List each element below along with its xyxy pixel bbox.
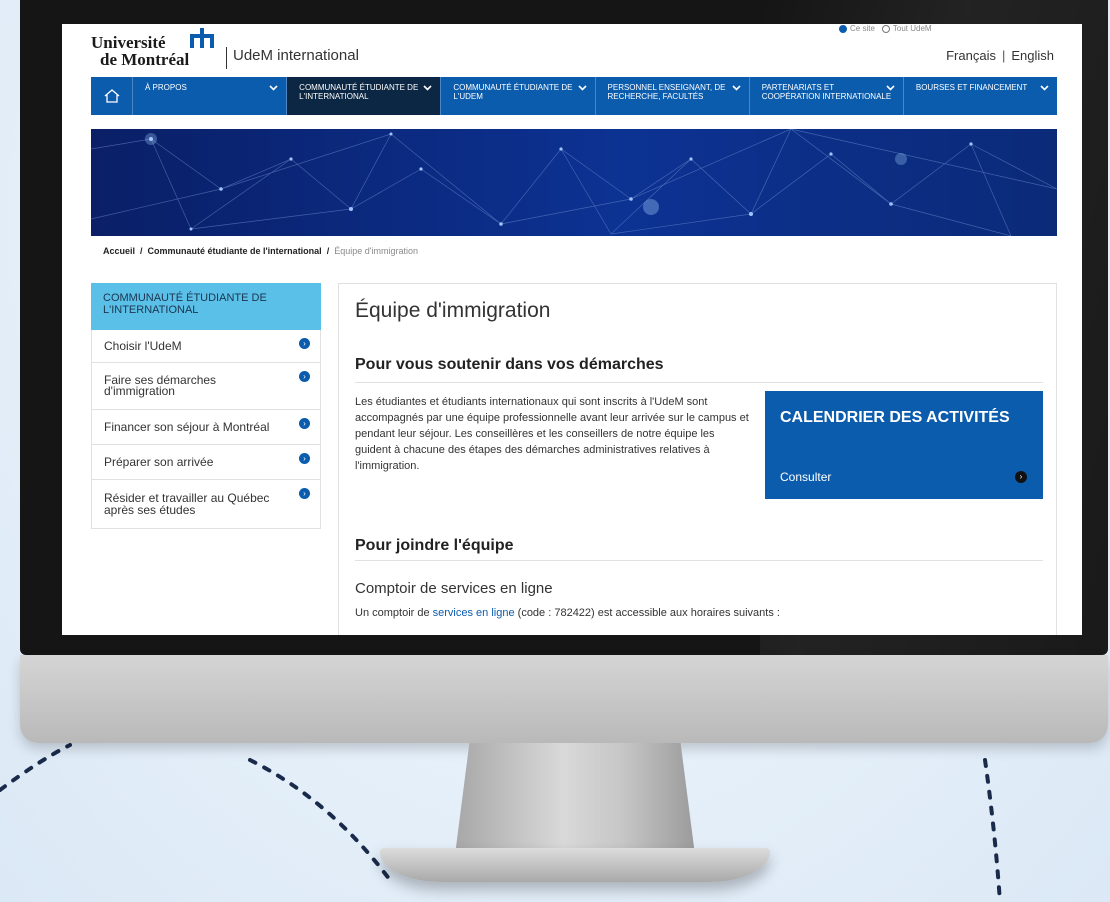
nav-item-label: COMMUNAUTÉ ÉTUDIANTE DE L'UDEM: [453, 83, 573, 101]
chevron-down-icon: [423, 85, 432, 91]
radio-this-site[interactable]: [839, 24, 847, 33]
sidebar: COMMUNAUTÉ ÉTUDIANTE DE L'INTERNATIONAL …: [91, 283, 321, 529]
lang-french-link[interactable]: Français: [946, 48, 996, 63]
section-divider: [355, 382, 1043, 383]
sidebar-item-immigration[interactable]: Faire ses démarches d'immigration ›: [91, 363, 321, 410]
chevron-right-icon: ›: [299, 488, 310, 499]
breadcrumb: Accueil / Communauté étudiante de l'inter…: [103, 246, 418, 256]
home-icon: [104, 89, 119, 103]
sidebar-item-label: Résider et travailler au Québec après se…: [104, 491, 270, 517]
hero-banner: [91, 129, 1057, 236]
breadcrumb-home[interactable]: Accueil: [103, 246, 135, 256]
nav-item-a-propos[interactable]: À PROPOS: [133, 77, 288, 115]
nav-item-label: COMMUNAUTÉ ÉTUDIANTE DE L'INTERNATIONAL: [299, 83, 419, 101]
breadcrumb-separator: /: [140, 246, 143, 256]
nav-item-label: PERSONNEL ENSEIGNANT, DE RECHERCHE, FACU…: [607, 83, 726, 101]
calendar-box[interactable]: CALENDRIER DES ACTIVITÉS Consulter ›: [765, 391, 1043, 499]
breadcrumb-current: Équipe d'immigration: [334, 246, 418, 256]
sidebar-item-choisir[interactable]: Choisir l'UdeM ›: [91, 330, 321, 363]
nav-item-communaute-internationale[interactable]: COMMUNAUTÉ ÉTUDIANTE DE L'INTERNATIONAL: [287, 77, 442, 115]
breadcrumb-section[interactable]: Communauté étudiante de l'international: [148, 246, 322, 256]
section-heading-contact: Pour joindre l'équipe: [355, 537, 514, 554]
nav-item-bourses[interactable]: BOURSES ET FINANCEMENT: [904, 77, 1057, 115]
chevron-down-icon: [1040, 85, 1049, 91]
sidebar-heading[interactable]: COMMUNAUTÉ ÉTUDIANTE DE L'INTERNATIONAL: [91, 283, 321, 330]
nav-item-label: À PROPOS: [145, 83, 187, 92]
services-online-link[interactable]: services en ligne: [433, 607, 515, 619]
nav-item-communaute-udem[interactable]: COMMUNAUTÉ ÉTUDIANTE DE L'UDEM: [441, 77, 596, 115]
network-pattern-image: [91, 129, 1057, 236]
chevron-right-icon: ›: [299, 453, 310, 464]
sidebar-item-label: Choisir l'UdeM: [104, 339, 182, 353]
sidebar-item-label: Faire ses démarches d'immigration: [104, 373, 217, 398]
services-text-after: (code : 782422) est accessible aux horai…: [517, 607, 780, 619]
section-paragraph: Les étudiantes et étudiants internationa…: [355, 396, 749, 472]
radio-this-site-label: Ce site: [850, 24, 875, 33]
calendar-title: CALENDRIER DES ACTIVITÉS: [780, 409, 1010, 426]
chevron-down-icon: [886, 85, 895, 91]
radio-all-udem[interactable]: [881, 24, 890, 33]
sidebar-item-arrivee[interactable]: Préparer son arrivée ›: [91, 445, 321, 480]
chevron-right-icon: ›: [299, 371, 310, 382]
nav-item-personnel[interactable]: PERSONNEL ENSEIGNANT, DE RECHERCHE, FACU…: [596, 77, 750, 115]
nav-item-label: BOURSES ET FINANCEMENT: [915, 83, 1028, 92]
section-heading-support: Pour vous soutenir dans vos démarches: [355, 356, 664, 373]
site-name[interactable]: UdeM international: [233, 47, 359, 64]
lang-english-link[interactable]: English: [1011, 48, 1054, 63]
language-switcher: Français | English: [946, 48, 1054, 63]
subheading-online-services: Comptoir de services en ligne: [355, 580, 553, 597]
lang-separator: |: [1001, 48, 1006, 63]
page-title: Équipe d'immigration: [355, 299, 551, 322]
sidebar-item-label: Financer son séjour à Montréal: [104, 420, 270, 434]
sidebar-item-resider[interactable]: Résider et travailler au Québec après se…: [91, 480, 321, 529]
section-divider: [355, 560, 1043, 561]
calendar-consult-link[interactable]: Consulter: [780, 470, 831, 484]
services-paragraph: Un comptoir de services en ligne (code :…: [355, 607, 780, 619]
chevron-down-icon: [732, 85, 741, 91]
chevron-down-icon: [269, 85, 278, 91]
nav-item-partenariats[interactable]: PARTENARIATS ET COOPÉRATION INTERNATIONA…: [750, 77, 904, 115]
search-scope-options: Ce site Tout UdeM: [839, 24, 932, 33]
breadcrumb-separator: /: [326, 246, 330, 256]
radio-all-udem-label: Tout UdeM: [892, 24, 932, 33]
home-button[interactable]: [91, 77, 133, 115]
main-navigation: À PROPOS COMMUNAUTÉ ÉTUDIANTE DE L'INTER…: [91, 77, 1057, 115]
services-text-before: Un comptoir de: [355, 607, 430, 619]
monitor-screen: Université de Montréal UdeM internationa…: [62, 24, 1082, 635]
monitor-chin: [20, 655, 1108, 743]
chevron-right-icon: ›: [1015, 471, 1027, 483]
monitor-stand-neck: [455, 743, 695, 855]
sidebar-item-financer[interactable]: Financer son séjour à Montréal ›: [91, 410, 321, 445]
chevron-right-icon: ›: [299, 338, 310, 349]
logo-text-line2: de Montréal: [100, 50, 190, 69]
sidebar-item-label: Préparer son arrivée: [104, 455, 214, 469]
udem-logo-icon[interactable]: [188, 26, 216, 50]
monitor-stand-base: [380, 848, 770, 882]
chevron-down-icon: [577, 85, 587, 91]
chevron-right-icon: ›: [299, 418, 310, 429]
nav-item-label: PARTENARIATS ET COOPÉRATION INTERNATIONA…: [761, 83, 892, 101]
logo-separator: [226, 47, 227, 69]
main-content: Équipe d'immigration Pour vous soutenir …: [338, 283, 1057, 635]
